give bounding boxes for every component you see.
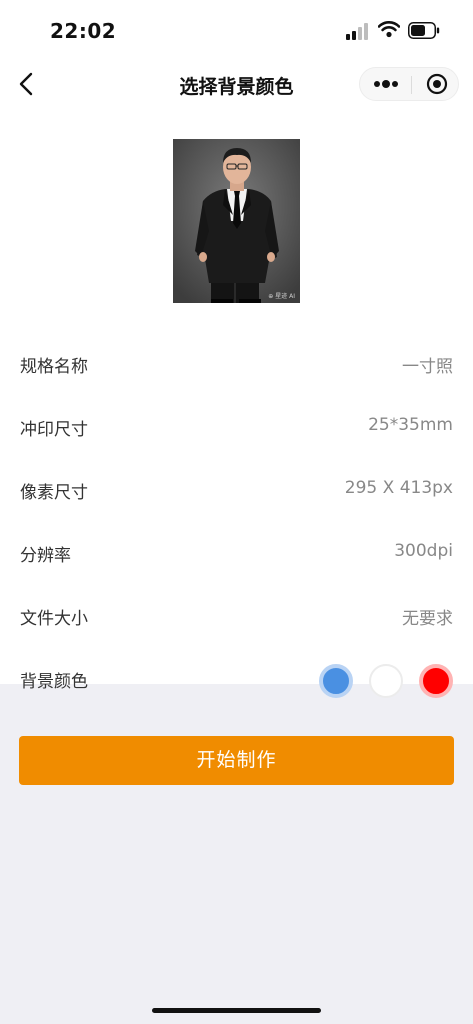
spec-label: 冲印尺寸	[20, 420, 88, 440]
more-icon[interactable]	[373, 77, 399, 91]
color-option-red[interactable]	[419, 664, 453, 698]
background-color-row: 背景颜色	[0, 647, 473, 710]
spec-label: 文件大小	[20, 609, 88, 629]
status-bar: 22:02	[0, 0, 473, 60]
spec-row-file-size: 文件大小 无要求	[0, 584, 473, 647]
start-button[interactable]: 开始制作	[19, 736, 454, 785]
spec-label: 规格名称	[20, 357, 88, 377]
portrait-photo: ⊕ 星迹 AI	[173, 139, 300, 303]
close-target-icon[interactable]	[426, 73, 448, 95]
spec-row-resolution: 分辨率 300dpi	[0, 521, 473, 584]
spec-value: 295 X 413px	[344, 478, 453, 498]
spec-value: 一寸照	[402, 357, 453, 377]
navigation-bar: 选择背景颜色	[0, 60, 473, 108]
spec-value: 25*35mm	[368, 415, 453, 435]
wifi-icon	[378, 21, 400, 38]
portrait-image	[173, 139, 300, 303]
spec-row-pixel-size: 像素尺寸 295 X 413px	[0, 458, 473, 521]
spec-value: 300dpi	[394, 541, 453, 561]
status-time: 22:02	[50, 19, 117, 43]
photo-watermark: ⊕ 星迹 AI	[268, 293, 295, 300]
battery-icon	[408, 22, 440, 39]
spec-row-print-size: 冲印尺寸 25*35mm	[0, 395, 473, 458]
color-option-blue[interactable]	[319, 664, 353, 698]
content-panel: 22:02 选择背景颜色 ⊕ 星迹 AI 规格名称 一寸照 冲印尺寸 25*35…	[0, 0, 473, 698]
color-option-white[interactable]	[369, 664, 403, 698]
home-indicator	[152, 1008, 321, 1013]
capsule-divider	[411, 76, 412, 94]
cellular-signal-icon	[346, 22, 370, 40]
spec-label: 像素尺寸	[20, 483, 88, 503]
mini-program-capsule	[359, 67, 459, 101]
spec-value: 无要求	[402, 609, 453, 629]
background-color-label: 背景颜色	[20, 672, 88, 692]
spec-row-name: 规格名称 一寸照	[0, 332, 473, 395]
spec-label: 分辨率	[20, 546, 71, 566]
